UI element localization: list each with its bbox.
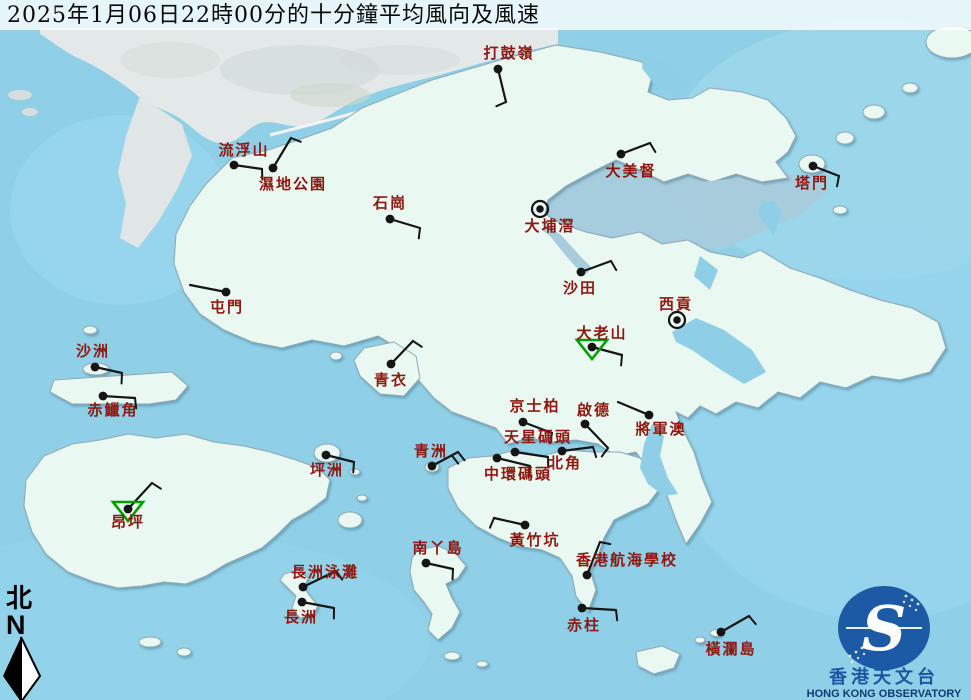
land-island <box>695 637 705 643</box>
station-dot <box>91 363 100 372</box>
land-island <box>833 206 847 214</box>
land-island <box>177 648 191 656</box>
station-dot <box>99 392 108 401</box>
station-label: 長洲 <box>284 608 318 626</box>
station-dot <box>422 559 431 568</box>
station-dot <box>536 205 544 213</box>
station-dot <box>493 454 502 463</box>
station-dot <box>428 462 437 471</box>
land-island <box>902 83 918 93</box>
station-dot <box>583 571 592 580</box>
station-label: 濕地公園 <box>259 175 327 193</box>
land-island <box>350 469 360 475</box>
page-title: 2025年1月06日22時00分的十分鐘平均風向及風速 <box>7 3 540 28</box>
station-dot <box>577 268 586 277</box>
station-label: 北角 <box>548 454 582 472</box>
station-label: 塔門 <box>795 174 829 192</box>
land-ma-wan <box>330 352 342 360</box>
station-dot <box>230 161 239 170</box>
land-island <box>836 132 854 144</box>
station-label: 中環碼頭 <box>484 465 552 483</box>
station-label: 沙洲 <box>76 342 110 360</box>
station-dot <box>269 164 278 173</box>
station-label: 長洲泳灘 <box>291 563 359 581</box>
station-dot <box>298 598 307 607</box>
station-label: 天星碼頭 <box>504 428 572 446</box>
station-label: 南丫島 <box>412 539 463 557</box>
wind-barb-tick <box>353 462 354 472</box>
station-label: 將軍澳 <box>635 420 686 438</box>
station-dot <box>322 451 331 460</box>
land-island <box>476 661 488 667</box>
wind-barb-tick <box>616 610 617 620</box>
station-label: 橫瀾島 <box>705 640 756 658</box>
station-label: 屯門 <box>210 298 244 316</box>
station-dot <box>386 215 395 224</box>
station-label: 流浮山 <box>218 141 269 159</box>
station-dot <box>717 628 726 637</box>
land-soko-islands <box>139 637 161 647</box>
station-dot <box>673 316 681 324</box>
hko-logo-s-swirl: S <box>862 592 907 665</box>
station-label: 赤鱲角 <box>87 401 138 419</box>
station-label: 啟德 <box>577 401 611 419</box>
station-label: 西貢 <box>659 295 693 313</box>
station-dot <box>521 521 530 530</box>
station-label: 青衣 <box>374 371 408 389</box>
station-label: 石崗 <box>372 194 407 212</box>
station-label: 青洲 <box>414 442 448 460</box>
station-dot <box>578 604 587 613</box>
station-label: 打鼓嶺 <box>483 44 534 62</box>
compass-label-n: N <box>6 610 26 640</box>
station-dot <box>588 343 597 352</box>
station-label: 京士柏 <box>509 397 560 415</box>
station-label: 大美督 <box>605 162 656 180</box>
station-dot <box>645 411 654 420</box>
station-dot <box>222 288 231 297</box>
station-dot <box>581 420 590 429</box>
wind-barb-tick <box>419 228 420 238</box>
land-lung-kwu-chau <box>83 326 97 334</box>
wind-map-page: 打鼓嶺流浮山濕地公園石崗 大美督塔門大埔滘沙田屯門 西貢大老山沙洲赤鱲角 青衣京士柏啟… <box>0 0 971 700</box>
land-kau-yi-chau <box>357 495 367 501</box>
wind-barb-tick <box>621 355 622 365</box>
hko-logo-text-en: HONG KONG OBSERVATORY <box>807 688 962 700</box>
station-dot <box>299 583 308 592</box>
land-island <box>863 105 885 119</box>
station-label: 香港航海學校 <box>576 551 678 569</box>
station-label: 大老山 <box>576 324 627 342</box>
land-island <box>926 26 971 58</box>
land-island <box>444 652 460 660</box>
station-label: 沙田 <box>563 279 597 297</box>
station-label: 赤柱 <box>567 616 601 634</box>
station-dot <box>387 360 396 369</box>
station-dot <box>494 65 503 74</box>
station-dot <box>511 448 520 457</box>
station-label: 坪洲 <box>310 461 344 479</box>
hong-kong-wind-map: 打鼓嶺流浮山濕地公園石崗 大美督塔門大埔滘沙田屯門 西貢大老山沙洲赤鱲角 青衣京士柏啟… <box>0 0 971 700</box>
land-hei-ling-chau <box>338 512 362 528</box>
station-label: 大埔滘 <box>524 217 575 235</box>
station-dot <box>617 150 626 159</box>
station-dot <box>519 418 528 427</box>
station-label: 黃竹坑 <box>509 531 560 549</box>
hko-logo-text-cn: 香港天文台 <box>828 666 939 688</box>
station-dot <box>809 162 818 171</box>
station-label: 昂坪 <box>111 513 145 531</box>
